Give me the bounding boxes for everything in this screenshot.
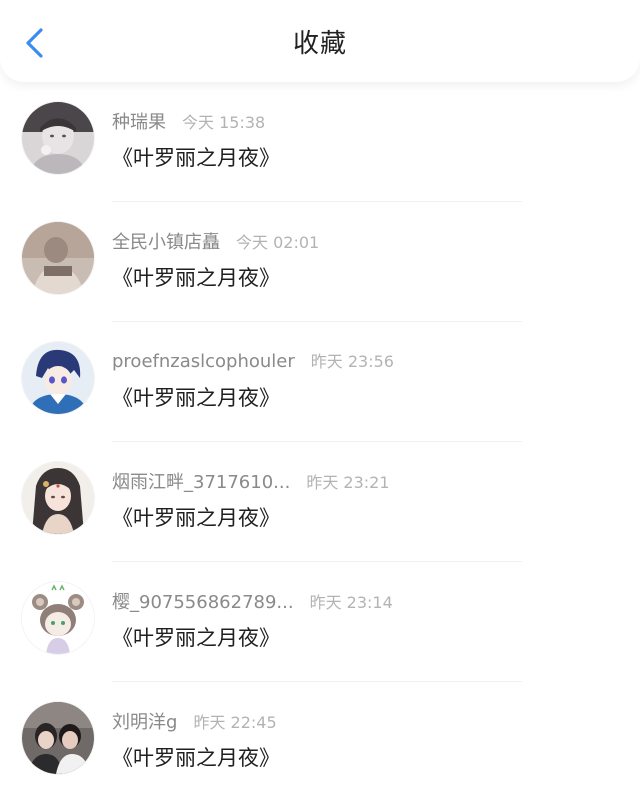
username[interactable]: 种瑞果 [112,108,166,134]
timestamp: 今天 02:01 [236,233,320,252]
username[interactable]: 全民小镇店矗 [112,228,220,254]
username[interactable]: proefnzaslcophouler [112,351,295,372]
timestamp: 昨天 23:56 [310,352,394,371]
timestamp: 昨天 23:14 [309,593,393,612]
list-item[interactable]: 种瑞果 今天 15:38 《叶罗丽之月夜》 [0,82,640,202]
avatar[interactable] [22,702,94,774]
username[interactable]: 刘明洋g [112,708,177,734]
timestamp: 昨天 22:45 [193,713,277,732]
favorite-title[interactable]: 《叶罗丽之月夜》 [112,142,280,172]
timestamp: 今天 15:38 [182,113,266,132]
chevron-left-icon [26,28,43,58]
avatar[interactable] [22,342,94,414]
list-item[interactable]: 全民小镇店矗 今天 02:01 《叶罗丽之月夜》 [0,202,640,322]
list-item[interactable]: 刘明洋g 昨天 22:45 《叶罗丽之月夜》 [0,682,640,802]
list-item[interactable]: 烟雨江畔_3717610... 昨天 23:21 《叶罗丽之月夜》 [0,442,640,562]
list-item[interactable]: proefnzaslcophouler 昨天 23:56 《叶罗丽之月夜》 [0,322,640,442]
list-item[interactable]: 樱_907556862789... 昨天 23:14 《叶罗丽之月夜》 [0,562,640,682]
page-title: 收藏 [292,28,347,59]
avatar[interactable] [22,462,94,534]
avatar[interactable] [22,582,94,654]
avatar[interactable] [22,222,94,294]
username[interactable]: 樱_907556862789... [112,588,294,614]
favorite-title[interactable]: 《叶罗丽之月夜》 [112,502,280,532]
timestamp: 昨天 23:21 [306,473,390,492]
header-bar: 收藏 [0,0,640,82]
favorite-title[interactable]: 《叶罗丽之月夜》 [112,262,280,292]
favorite-title[interactable]: 《叶罗丽之月夜》 [112,742,280,772]
avatar[interactable] [22,102,94,174]
username[interactable]: 烟雨江畔_3717610... [112,468,290,494]
back-button[interactable] [18,26,52,60]
favorite-title[interactable]: 《叶罗丽之月夜》 [112,382,280,412]
favorites-list: 种瑞果 今天 15:38 《叶罗丽之月夜》 全民小镇店矗 今天 02:01 《叶… [0,82,640,802]
favorite-title[interactable]: 《叶罗丽之月夜》 [112,622,280,652]
